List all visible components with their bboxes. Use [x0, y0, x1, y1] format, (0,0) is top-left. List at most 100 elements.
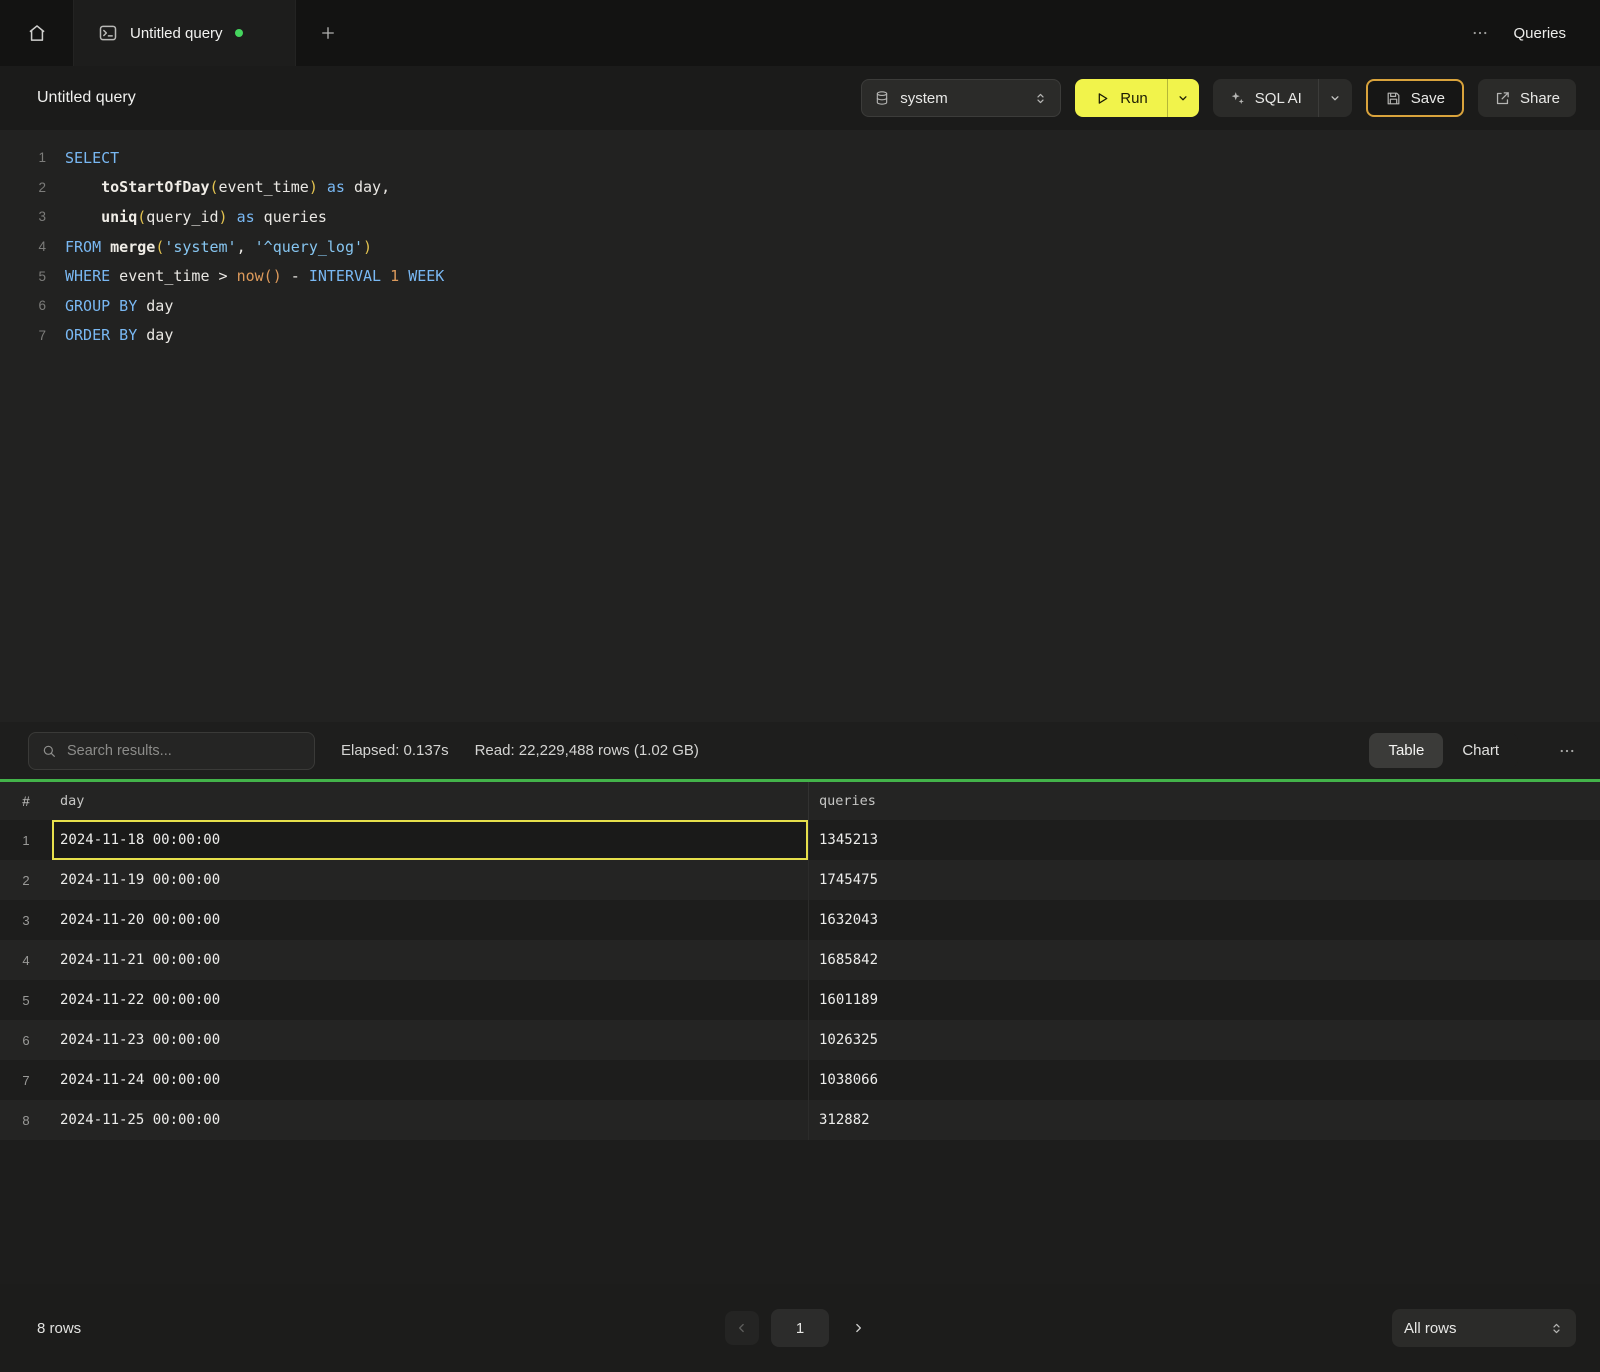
chevron-down-icon: [1176, 91, 1190, 105]
queries-link[interactable]: Queries: [1513, 25, 1566, 42]
page-size-value: All rows: [1404, 1320, 1539, 1337]
code-text: ORDER BY day: [65, 326, 173, 344]
line-number: 5: [0, 269, 46, 284]
updown-chevrons-icon: [1549, 1321, 1564, 1336]
run-button-label: Run: [1120, 90, 1148, 107]
results-footer: 8 rows 1 All rows: [0, 1284, 1600, 1372]
sql-editor[interactable]: 1SELECT 2 toStartOfDay(event_time) as day…: [0, 130, 1600, 722]
table-row: 12024-11-18 00:00:001345213: [0, 820, 1600, 860]
column-header-day[interactable]: day: [52, 782, 808, 820]
sql-ai-button[interactable]: SQL AI: [1213, 79, 1318, 117]
cell-day[interactable]: 2024-11-22 00:00:00: [52, 980, 808, 1020]
updown-chevrons-icon: [1033, 91, 1048, 106]
next-page-button[interactable]: [841, 1311, 875, 1345]
save-button[interactable]: Save: [1366, 79, 1464, 117]
table-row: 42024-11-21 00:00:001685842: [0, 940, 1600, 980]
table-row: 22024-11-19 00:00:001745475: [0, 860, 1600, 900]
line-number: 3: [0, 209, 46, 224]
sparkles-icon: [1229, 90, 1246, 107]
code-line: 5 WHERE event_time > now() - INTERVAL 1 W…: [0, 261, 1600, 291]
line-number: 1: [0, 150, 46, 165]
cell-day[interactable]: 2024-11-24 00:00:00: [52, 1060, 808, 1100]
column-header-queries[interactable]: queries: [808, 782, 1600, 820]
row-number: 6: [0, 1020, 52, 1060]
table-row: 52024-11-22 00:00:001601189: [0, 980, 1600, 1020]
cell-day[interactable]: 2024-11-20 00:00:00: [52, 900, 808, 940]
page-title: Untitled query: [37, 89, 847, 107]
previous-page-button[interactable]: [725, 1311, 759, 1345]
run-options-button[interactable]: [1167, 79, 1199, 117]
cell-day[interactable]: 2024-11-21 00:00:00: [52, 940, 808, 980]
chevron-right-icon: [851, 1321, 865, 1335]
run-button-group: Run: [1075, 79, 1199, 117]
code-line: 7 ORDER BY day: [0, 321, 1600, 351]
cell-queries[interactable]: 1632043: [808, 900, 1600, 940]
results-table: # day queries 12024-11-18 00:00:00134521…: [0, 782, 1600, 1284]
share-button[interactable]: Share: [1478, 79, 1576, 117]
tab-bar: Untitled query Queries: [0, 0, 1600, 66]
sql-ai-button-group: SQL AI: [1213, 79, 1352, 117]
tab-chart[interactable]: Chart: [1443, 733, 1518, 768]
row-number: 2: [0, 860, 52, 900]
row-number: 4: [0, 940, 52, 980]
new-tab-button[interactable]: [296, 0, 360, 66]
tab-untitled-query[interactable]: Untitled query: [74, 0, 296, 66]
cell-queries[interactable]: 1685842: [808, 940, 1600, 980]
share-button-label: Share: [1520, 90, 1560, 107]
tab-table[interactable]: Table: [1369, 733, 1443, 768]
pagination: 1: [725, 1309, 875, 1347]
database-select[interactable]: system: [861, 79, 1061, 117]
save-button-label: Save: [1411, 90, 1445, 107]
row-number: 5: [0, 980, 52, 1020]
play-icon: [1094, 90, 1111, 107]
search-results-box: [28, 732, 315, 770]
line-number: 7: [0, 328, 46, 343]
unsaved-dot-icon: [235, 29, 243, 37]
row-number: 8: [0, 1100, 52, 1140]
tabbar-right: Queries: [1471, 0, 1600, 66]
cell-day[interactable]: 2024-11-18 00:00:00: [52, 820, 808, 860]
cell-day[interactable]: 2024-11-19 00:00:00: [52, 860, 808, 900]
plus-icon: [319, 24, 337, 42]
cell-queries[interactable]: 1745475: [808, 860, 1600, 900]
results-more-icon[interactable]: [1558, 742, 1576, 760]
code-line: 3 uniq(query_id) as queries: [0, 202, 1600, 232]
code-text: toStartOfDay(event_time) as day,: [65, 178, 390, 196]
code-line: 4FROM merge('system', '^query_log'): [0, 232, 1600, 262]
code-text: FROM merge('system', '^query_log'): [65, 238, 372, 256]
cell-day[interactable]: 2024-11-25 00:00:00: [52, 1100, 808, 1140]
code-text: uniq(query_id) as queries: [65, 208, 327, 226]
cell-queries[interactable]: 1026325: [808, 1020, 1600, 1060]
row-number: 3: [0, 900, 52, 940]
more-options-icon[interactable]: [1471, 24, 1489, 42]
results-toolbar: Elapsed: 0.137s Read: 22,229,488 rows (1…: [0, 722, 1600, 779]
rows-count: 8 rows: [37, 1320, 81, 1337]
page-size-select[interactable]: All rows: [1392, 1309, 1576, 1347]
code-text: GROUP BY day: [65, 297, 173, 315]
row-number: 7: [0, 1060, 52, 1100]
cell-day[interactable]: 2024-11-23 00:00:00: [52, 1020, 808, 1060]
sql-ai-options-button[interactable]: [1318, 79, 1352, 117]
cell-queries[interactable]: 1345213: [808, 820, 1600, 860]
tab-title: Untitled query: [130, 25, 223, 42]
search-results-input[interactable]: [67, 743, 302, 759]
chevron-down-icon: [1328, 91, 1342, 105]
home-button[interactable]: [0, 0, 74, 66]
page-number-button[interactable]: 1: [771, 1309, 829, 1347]
query-toolbar: Untitled query system Run SQL AI: [0, 66, 1600, 130]
code-line: 1SELECT: [0, 143, 1600, 173]
view-toggle: Table Chart: [1369, 733, 1518, 768]
code-text: WHERE event_time > now() - INTERVAL 1 WE…: [65, 267, 444, 285]
cell-queries[interactable]: 312882: [808, 1100, 1600, 1140]
cell-queries[interactable]: 1038066: [808, 1060, 1600, 1100]
line-number: 6: [0, 298, 46, 313]
run-button[interactable]: Run: [1075, 79, 1167, 117]
cell-queries[interactable]: 1601189: [808, 980, 1600, 1020]
line-number: 2: [0, 180, 46, 195]
chevron-left-icon: [735, 1321, 749, 1335]
database-select-value: system: [900, 90, 1023, 107]
table-header: # day queries: [0, 782, 1600, 820]
row-number: 1: [0, 820, 52, 860]
save-icon: [1385, 90, 1402, 107]
elapsed-stat: Elapsed: 0.137s: [341, 742, 449, 759]
